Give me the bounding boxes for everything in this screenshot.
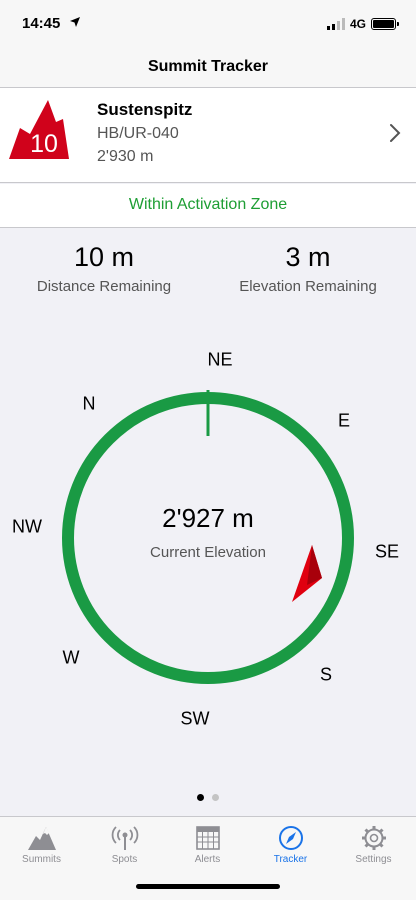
summit-points-badge: 10	[9, 100, 69, 159]
direction-label-e: E	[337, 410, 351, 431]
status-time: 14:45	[22, 15, 61, 32]
elevation-remaining-value: 3 m	[285, 242, 331, 272]
home-indicator[interactable]	[136, 884, 280, 889]
tab-alerts[interactable]: Alerts	[166, 817, 249, 873]
tab-settings[interactable]: Settings	[332, 817, 415, 873]
page-dot-active[interactable]	[197, 794, 204, 801]
signal-strength-icon	[326, 18, 345, 30]
page-dot-inactive[interactable]	[212, 794, 219, 801]
navigation-bar: Summit Tracker	[0, 48, 416, 88]
current-elevation-value: 2'927 m	[162, 503, 254, 533]
distance-remaining-metric: 10 m Distance Remaining	[0, 240, 208, 295]
page-indicator[interactable]	[0, 794, 416, 801]
summit-altitude: 2'930 m	[97, 148, 154, 165]
direction-label-sw: SW	[180, 708, 210, 729]
mountain-icon	[27, 827, 56, 850]
direction-label-ne: NE	[207, 349, 233, 370]
antenna-icon	[111, 826, 138, 850]
activation-zone-status: Within Activation Zone	[128, 196, 288, 213]
activation-zone-banner: Within Activation Zone	[0, 184, 416, 228]
chevron-right-icon	[390, 124, 401, 142]
summit-reference: HB/UR-040	[97, 125, 179, 142]
tab-spots[interactable]: Spots	[83, 817, 166, 873]
gear-icon	[361, 826, 386, 850]
tab-tracker[interactable]: Tracker	[249, 817, 332, 873]
tab-label-settings: Settings	[355, 854, 392, 865]
direction-label-n: N	[82, 393, 96, 414]
status-bar: 14:45 4G	[0, 0, 416, 48]
tab-summits[interactable]: Summits	[0, 817, 83, 873]
summit-name: Sustenspitz	[97, 100, 193, 119]
summit-detail-row[interactable]: 10 Sustenspitz HB/UR-040 2'930 m	[0, 88, 416, 183]
direction-label-s: S	[319, 664, 333, 685]
calendar-icon	[195, 826, 220, 850]
current-elevation-label: Current Elevation	[150, 544, 266, 561]
distance-remaining-value: 10 m	[73, 242, 135, 272]
tab-label-tracker: Tracker	[273, 854, 308, 865]
distance-remaining-label: Distance Remaining	[36, 278, 172, 295]
elevation-remaining-metric: 3 m Elevation Remaining	[204, 240, 412, 295]
summit-points: 10	[30, 130, 58, 158]
compass-icon	[278, 826, 303, 850]
status-indicators: 4G	[326, 17, 399, 31]
tab-label-summits: Summits	[22, 854, 61, 865]
compass-ring	[62, 392, 354, 684]
compass: NE N E NW SE W S SW 2'927 m Current Elev…	[0, 340, 416, 760]
network-type: 4G	[349, 17, 366, 31]
tab-label-spots: Spots	[111, 854, 138, 865]
elevation-remaining-label: Elevation Remaining	[239, 278, 377, 295]
direction-label-w: W	[62, 647, 80, 668]
battery-icon	[371, 18, 399, 30]
tab-label-alerts: Alerts	[194, 854, 221, 865]
page-title: Summit Tracker	[147, 58, 269, 75]
location-arrow-icon	[70, 17, 80, 27]
